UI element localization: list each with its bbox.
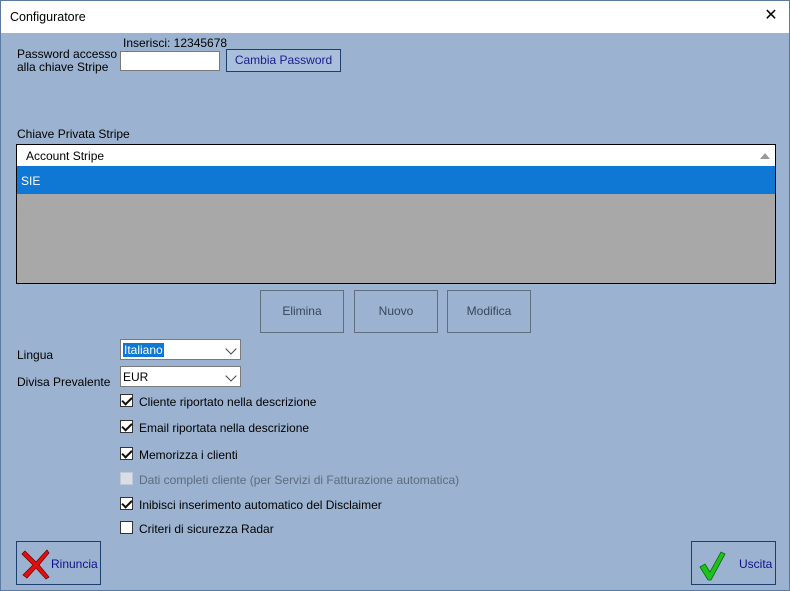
chevron-down-icon <box>225 370 237 382</box>
password-label-line2: alla chiave Stripe <box>17 60 109 74</box>
checkbox-dati-completi <box>120 472 133 485</box>
checkbox-label: Email riportata nella descrizione <box>139 421 310 435</box>
checkbox-email-descrizione[interactable] <box>120 420 133 433</box>
checkbox-memorizza-clienti[interactable] <box>120 447 133 460</box>
delete-button[interactable]: Elimina <box>260 290 344 333</box>
row-account-name: SIE <box>21 174 41 188</box>
chevron-down-icon <box>225 343 237 355</box>
language-select[interactable]: Italiano <box>120 339 241 360</box>
checkbox-label: Criteri di sicurezza Radar <box>139 522 274 536</box>
column-header-label: Account Stripe <box>26 149 105 163</box>
password-input[interactable] <box>120 51 220 71</box>
stripe-accounts-grid[interactable]: Account Stripe SIE <box>16 144 776 284</box>
stripe-section-label: Chiave Privata Stripe <box>17 127 130 141</box>
checkbox-label: Dati completi cliente (per Servizi di Fa… <box>139 473 460 487</box>
sort-ascending-icon <box>760 153 770 159</box>
checkbox-criteri-radar[interactable] <box>120 521 133 534</box>
table-row[interactable]: SIE <box>17 166 775 194</box>
language-label: Lingua <box>17 348 54 362</box>
close-icon[interactable]: ✕ <box>759 4 783 28</box>
checkbox-label: Memorizza i clienti <box>139 448 238 462</box>
exit-label: Uscita <box>739 557 773 571</box>
cancel-button[interactable]: Rinuncia <box>16 541 101 585</box>
grid-column-header[interactable]: Account Stripe <box>17 145 775 167</box>
currency-value: EUR <box>123 370 149 384</box>
language-value: Italiano <box>123 343 164 357</box>
red-x-icon <box>21 549 50 580</box>
new-button[interactable]: Nuovo <box>354 290 438 333</box>
currency-label: Divisa Prevalente <box>17 375 111 389</box>
cancel-label: Rinuncia <box>51 557 98 571</box>
configurator-window: Configuratore ✕ Password accesso alla ch… <box>0 0 790 591</box>
window-title: Configuratore <box>10 10 86 24</box>
title-bar: Configuratore ✕ <box>1 1 789 33</box>
checkbox-label: Inibisci inserimento automatico del Disc… <box>139 498 382 512</box>
checkbox-inibisci-disclaimer[interactable] <box>120 497 133 510</box>
edit-button[interactable]: Modifica <box>447 290 531 333</box>
checkbox-label: Cliente riportato nella descrizione <box>139 395 317 409</box>
currency-select[interactable]: EUR <box>120 366 241 387</box>
green-check-icon <box>699 551 726 581</box>
exit-button[interactable]: Uscita <box>691 541 776 585</box>
change-password-button[interactable]: Cambia Password <box>226 49 341 72</box>
checkbox-cliente-descrizione[interactable] <box>120 394 133 407</box>
password-hint: Inserisci: 12345678 <box>123 36 228 50</box>
password-label-line1: Password accesso <box>17 47 118 61</box>
